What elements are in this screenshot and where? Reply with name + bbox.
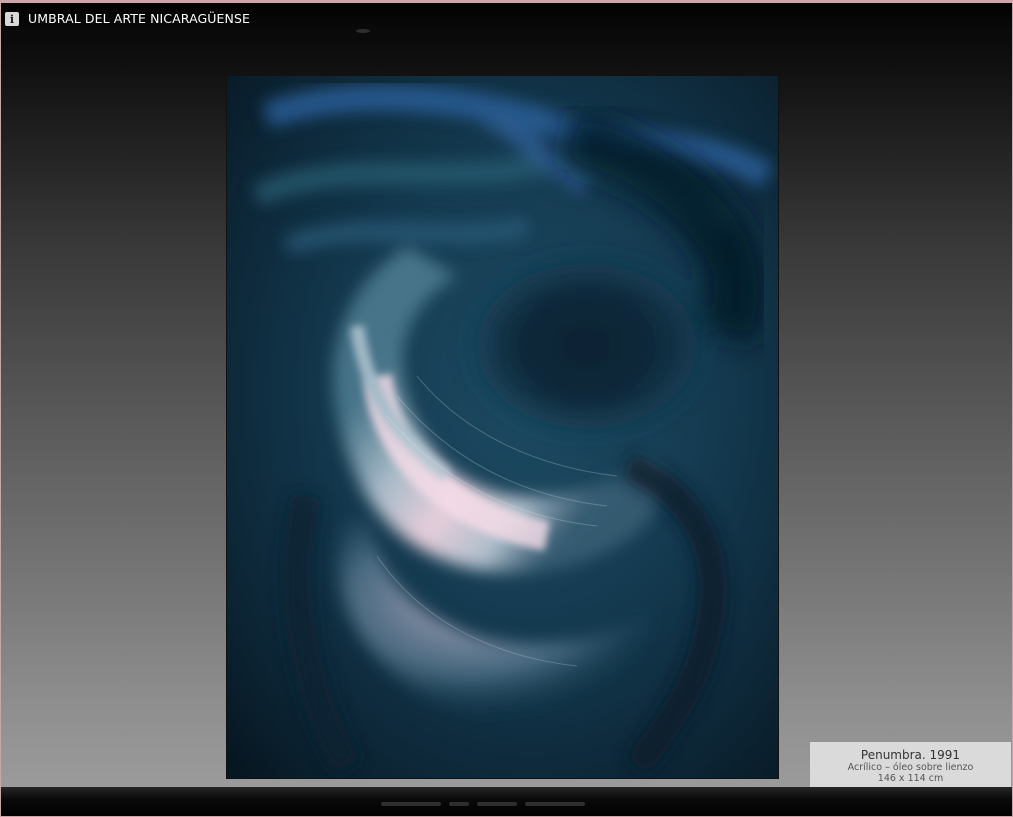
artwork-image[interactable] [227, 76, 778, 778]
info-icon: i [9, 12, 15, 26]
faded-control [477, 802, 517, 806]
faded-control [449, 802, 469, 806]
info-button[interactable]: i [5, 12, 19, 26]
gallery-title: UMBRAL DEL ARTE NICARAGÜENSE [28, 11, 251, 26]
faded-control-icon [356, 29, 370, 33]
top-bar: i UMBRAL DEL ARTE NICARAGÜENSE [1, 3, 1012, 41]
faded-control [525, 802, 585, 806]
artwork-dimensions: 146 x 114 cm [877, 773, 944, 784]
painting-canvas [227, 76, 778, 778]
artwork-title: Penumbra. 1991 [860, 748, 961, 762]
faded-playback-controls [381, 799, 651, 809]
faded-control [381, 802, 441, 806]
artwork-medium: Acrílico – óleo sobre lienzo [847, 762, 974, 773]
artwork-caption-card: Penumbra. 1991 Acrílico – óleo sobre lie… [810, 742, 1011, 788]
bottom-toolbar [1, 787, 1012, 816]
gallery-viewer-window: i UMBRAL DEL ARTE NICARAGÜENSE Penumbra.… [0, 0, 1013, 817]
